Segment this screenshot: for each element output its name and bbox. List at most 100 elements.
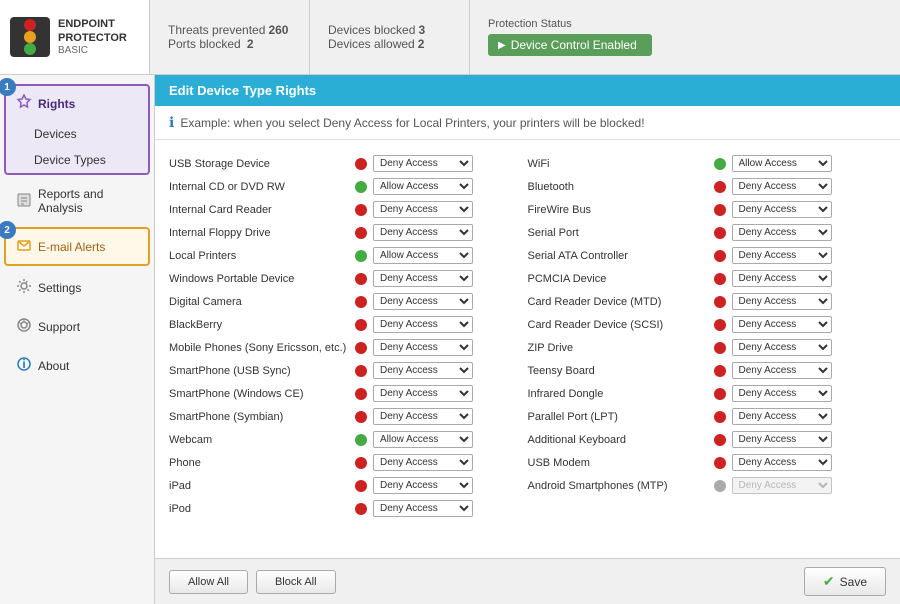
- email-icon: [16, 237, 32, 256]
- access-select[interactable]: Deny Access Allow Access: [732, 408, 832, 425]
- access-select[interactable]: Deny Access Allow Access: [732, 385, 832, 402]
- access-select[interactable]: Deny Access Allow Access: [732, 201, 832, 218]
- access-select[interactable]: Deny Access Allow Access: [732, 316, 832, 333]
- device-row: iPod Deny Access Allow Access: [169, 497, 528, 520]
- devices-stat: Devices blocked 3 Devices allowed 2: [310, 0, 470, 74]
- access-select[interactable]: Deny Access Allow Access: [732, 454, 832, 471]
- status-dot: [714, 158, 726, 170]
- svg-text:i: i: [22, 357, 25, 371]
- play-icon: ▶: [498, 40, 506, 51]
- access-select[interactable]: Deny Access Allow Access: [732, 362, 832, 379]
- about-icon: i: [16, 356, 32, 375]
- status-dot: [355, 342, 367, 354]
- access-select[interactable]: Deny Access Allow Access: [373, 431, 473, 448]
- access-select[interactable]: Deny Access Allow Access: [732, 155, 832, 172]
- device-row: Serial Port Deny Access Allow Access: [528, 221, 887, 244]
- threats-stat: Threats prevented 260 Ports blocked 2: [150, 0, 310, 74]
- device-col-left: USB Storage Device Deny Access Allow Acc…: [169, 152, 528, 520]
- sidebar: 1 Rights Devices Device Types: [0, 75, 155, 604]
- reports-icon: [16, 192, 32, 211]
- access-select[interactable]: Deny Access Allow Access: [373, 454, 473, 471]
- device-name: Digital Camera: [169, 296, 349, 308]
- app-subtitle: BASIC: [58, 45, 139, 56]
- access-select[interactable]: Deny Access Allow Access: [373, 178, 473, 195]
- access-select[interactable]: Deny Access Allow Access: [373, 270, 473, 287]
- device-name: Windows Portable Device: [169, 273, 349, 285]
- access-select[interactable]: Deny Access Allow Access: [373, 224, 473, 241]
- status-dot: [714, 457, 726, 469]
- access-select[interactable]: Deny Access Allow Access: [732, 247, 832, 264]
- status-dot: [355, 227, 367, 239]
- status-dot: [355, 388, 367, 400]
- sidebar-item-reports[interactable]: Reports and Analysis: [6, 179, 148, 223]
- access-select[interactable]: Deny Access Allow Access: [373, 293, 473, 310]
- status-dot: [355, 250, 367, 262]
- sidebar-item-about[interactable]: i About: [6, 348, 148, 383]
- status-dot: [714, 250, 726, 262]
- device-row: USB Storage Device Deny Access Allow Acc…: [169, 152, 528, 175]
- device-col-right: WiFi Deny Access Allow Access Bluetooth …: [528, 152, 887, 520]
- device-row: FireWire Bus Deny Access Allow Access: [528, 198, 887, 221]
- status-dot: [355, 365, 367, 377]
- status-dot: [714, 204, 726, 216]
- content-info: ℹ Example: when you select Deny Access f…: [155, 106, 900, 140]
- block-all-button[interactable]: Block All: [256, 570, 336, 594]
- access-select[interactable]: Deny Access Allow Access: [373, 362, 473, 379]
- device-name: FireWire Bus: [528, 204, 708, 216]
- device-name: Card Reader Device (MTD): [528, 296, 708, 308]
- status-dot: [714, 296, 726, 308]
- device-row: ZIP Drive Deny Access Allow Access: [528, 336, 887, 359]
- access-select[interactable]: Deny Access Allow Access: [732, 178, 832, 195]
- access-select[interactable]: Deny Access Allow Access: [732, 431, 832, 448]
- access-select[interactable]: Deny Access Allow Access: [373, 385, 473, 402]
- logo-area: ENDPOINT PROTECTOR BASIC: [0, 0, 150, 74]
- protection-status-badge: ▶ Device Control Enabled: [488, 34, 652, 56]
- sidebar-section-rights: 1 Rights Devices Device Types: [4, 84, 150, 175]
- save-button[interactable]: ✔ Save: [804, 567, 886, 596]
- protection-label: Protection Status: [488, 18, 652, 30]
- status-dot: [714, 480, 726, 492]
- sidebar-item-rights[interactable]: Rights: [6, 86, 148, 121]
- access-select[interactable]: Deny Access Allow Access: [732, 293, 832, 310]
- access-select[interactable]: Deny Access Allow Access: [373, 247, 473, 264]
- access-select[interactable]: Deny Access Allow Access: [373, 477, 473, 494]
- access-select[interactable]: Deny Access Allow Access: [373, 408, 473, 425]
- status-dot: [714, 319, 726, 331]
- sidebar-section-email: 2 E-mail Alerts: [4, 227, 150, 266]
- status-dot: [714, 388, 726, 400]
- info-icon: ℹ: [169, 114, 174, 131]
- content-area: Edit Device Type Rights ℹ Example: when …: [155, 75, 900, 604]
- device-name: Phone: [169, 457, 349, 469]
- access-select[interactable]: Deny Access Allow Access: [373, 339, 473, 356]
- device-row: Infrared Dongle Deny Access Allow Access: [528, 382, 887, 405]
- access-select[interactable]: Deny Access Allow Access: [732, 477, 832, 494]
- footer: Allow All Block All ✔ Save: [155, 558, 900, 604]
- sidebar-item-devices[interactable]: Devices: [24, 121, 148, 147]
- sidebar-item-email[interactable]: E-mail Alerts: [6, 229, 148, 264]
- device-row: SmartPhone (Symbian) Deny Access Allow A…: [169, 405, 528, 428]
- access-select[interactable]: Deny Access Allow Access: [373, 201, 473, 218]
- footer-left: Allow All Block All: [169, 570, 336, 594]
- status-dot: [355, 158, 367, 170]
- sidebar-item-settings[interactable]: Settings: [6, 270, 148, 305]
- allow-all-button[interactable]: Allow All: [169, 570, 248, 594]
- status-dot: [355, 273, 367, 285]
- device-name: Android Smartphones (MTP): [528, 480, 708, 492]
- about-label: About: [38, 359, 69, 373]
- device-name: Serial ATA Controller: [528, 250, 708, 262]
- access-select[interactable]: Deny Access Allow Access: [732, 224, 832, 241]
- access-select[interactable]: Deny Access Allow Access: [373, 155, 473, 172]
- sidebar-item-device-types[interactable]: Device Types: [24, 147, 148, 173]
- device-name: Local Printers: [169, 250, 349, 262]
- status-dot: [355, 457, 367, 469]
- device-row: Teensy Board Deny Access Allow Access: [528, 359, 887, 382]
- sidebar-item-support[interactable]: Support: [6, 309, 148, 344]
- access-select[interactable]: Deny Access Allow Access: [373, 316, 473, 333]
- rights-icon: [16, 94, 32, 113]
- access-select[interactable]: Deny Access Allow Access: [732, 339, 832, 356]
- support-icon: [16, 317, 32, 336]
- device-row: iPad Deny Access Allow Access: [169, 474, 528, 497]
- access-select[interactable]: Deny Access Allow Access: [373, 500, 473, 517]
- status-dot: [355, 296, 367, 308]
- access-select[interactable]: Deny Access Allow Access: [732, 270, 832, 287]
